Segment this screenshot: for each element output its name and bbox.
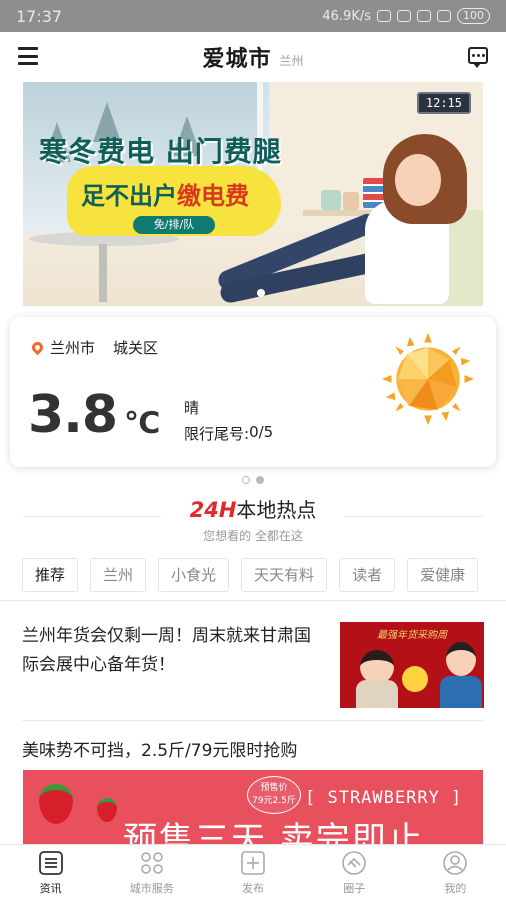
profile-icon (443, 850, 468, 875)
city-service-icon (140, 851, 163, 874)
weather-city: 兰州市 (50, 339, 96, 357)
card-pager (0, 476, 506, 484)
battery-icon: 100 (457, 8, 490, 24)
tab-circle[interactable]: 圈子 (304, 845, 405, 900)
banner-page-dot (257, 289, 265, 297)
banner-subline: 足不出户缴电费 (81, 182, 249, 210)
menu-icon[interactable] (18, 47, 38, 65)
chip-readers[interactable]: 读者 (339, 558, 396, 592)
news-title: 兰州年货会仅剩一周！周末就来甘肃国际会展中心备年货！ (22, 626, 311, 675)
app-title: 爱城市 (202, 47, 272, 72)
message-icon[interactable] (468, 47, 488, 68)
temperature-value: 3.8 (28, 385, 118, 445)
promo-headline: 预售三天 卖完即止 (123, 820, 424, 844)
banner-headline: 寒冬费电 出门费腿 (39, 135, 282, 168)
network-speed: 46.9K/s (322, 8, 371, 24)
circle-icon (342, 850, 367, 875)
weather-location: 兰州市 城关区 (29, 337, 159, 358)
banner-pill: 免/排/队 (133, 216, 215, 234)
banner-clock: 12:15 (416, 92, 471, 114)
nfc-icon (377, 10, 391, 22)
app-header: 爱城市 兰州 (0, 32, 506, 82)
tab-news[interactable]: 资讯 (0, 845, 101, 900)
weather-condition: 晴 (184, 399, 200, 417)
status-bar: 17:37 46.9K/s 100 (0, 0, 506, 32)
pager-dot-active (256, 476, 264, 484)
chip-snacks[interactable]: 小食光 (158, 558, 230, 592)
tab-publish[interactable]: 发布 (202, 845, 303, 900)
chip-lanzhou[interactable]: 兰州 (90, 558, 147, 592)
promo-english: [ STRAWBERRY ] (305, 788, 463, 808)
hot-badge: 24H (189, 498, 237, 522)
news-promo-image[interactable]: 预售价 79元2.5斤 [ STRAWBERRY ] 预售三天 卖完即止 (23, 770, 483, 844)
weather-district: 城关区 (113, 339, 159, 357)
city-switcher[interactable]: 兰州 (280, 52, 304, 69)
hot-section-header: 24H本地热点 您想看的 全都在这 (0, 494, 506, 544)
weather-card[interactable]: 兰州市 城关区 3.8 ℃ 晴 限行尾号: 0/5 (10, 317, 496, 467)
wifi-icon (437, 10, 451, 22)
news-item[interactable]: 兰州年货会仅剩一周！周末就来甘肃国际会展中心备年货！ 最强年货采购周 (22, 622, 484, 708)
alarm-icon (417, 10, 431, 22)
tab-city-service[interactable]: 城市服务 (101, 845, 202, 900)
hot-subtitle: 您想看的 全都在这 (203, 529, 303, 543)
status-icons: 46.9K/s 100 (322, 8, 490, 24)
chip-health[interactable]: 爱健康 (407, 558, 479, 592)
strawberry-illustration (39, 784, 73, 824)
news-title[interactable]: 美味势不可挡，2.5斤/79元限时抢购 (22, 736, 297, 761)
hot-title: 24H本地热点 (189, 498, 317, 522)
bottom-tab-bar: 资讯 城市服务 发布 圈子 我的 (0, 844, 506, 900)
news-thumbnail: 最强年货采购周 (340, 622, 484, 708)
location-pin-icon (29, 339, 46, 356)
banner-electricity[interactable]: 12:15 寒冬费电 出门费腿 足不出户缴电费 免/排/队 (23, 82, 483, 306)
temperature-unit: ℃ (124, 406, 161, 441)
bluetooth-icon (397, 10, 411, 22)
chip-recommend[interactable]: 推荐 (22, 558, 79, 592)
tab-profile[interactable]: 我的 (405, 845, 506, 900)
publish-icon (241, 850, 265, 875)
news-icon (38, 850, 63, 875)
thumbnail-caption: 最强年货采购周 (377, 630, 447, 641)
traffic-limit: 限行尾号: 0/5 (184, 423, 274, 443)
status-time: 17:37 (16, 6, 63, 26)
category-chips: 推荐 兰州 小食光 天天有料 读者 爱健康 (22, 558, 506, 592)
pager-dot (242, 476, 250, 484)
chip-daily[interactable]: 天天有料 (241, 558, 328, 592)
sunny-icon (381, 332, 475, 426)
presale-price-tag: 预售价 79元2.5斤 (247, 776, 301, 814)
